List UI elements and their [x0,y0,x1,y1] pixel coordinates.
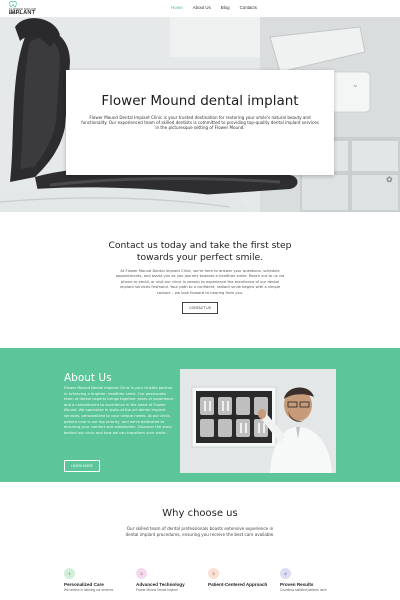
why-description: Our skilled team of dental professionals… [125,526,275,537]
nav-item-about-us[interactable]: About Us [193,5,211,10]
feature-text: Countless satisfied patients have [280,588,327,593]
number-badge-icon: 1 [64,568,75,579]
nav-item-contacts[interactable]: Contacts [240,5,257,10]
why-choose-us-section: Why choose us Our skilled team of dental… [0,482,400,600]
chevron-down-icon: ⌄ [352,80,359,89]
feature-item: 1 Personalized Care We believe in tailor… [64,568,128,593]
number-badge-icon: 3 [208,568,219,579]
main-menu: Home About Us Blog Contacts [171,5,257,10]
top-navbar: FLOWER MOUND DENTAL IMPLANT Home About U… [0,0,400,17]
dentist-xray-image [180,369,336,473]
contact-title: Contact us today and take the first step… [108,240,292,263]
number-badge-icon: 2 [136,568,147,579]
feature-item: 4 Proven Results Countless satisfied pat… [280,568,344,593]
nav-item-blog[interactable]: Blog [221,5,230,10]
feature-title: Patient-Centered Approach [208,582,268,587]
number-badge-icon: 4 [280,568,291,579]
feature-title: Personalized Care [64,582,104,587]
flower-icon: ✿ [386,175,393,184]
site-logo[interactable]: FLOWER MOUND DENTAL IMPLANT [8,1,48,16]
hero-card: Flower Mound dental implant Flower Mound… [66,70,334,175]
about-description: Flower Mound Dental Implant Clinic is yo… [64,386,174,435]
hero-description: Flower Mound Dental Implant Clinic is yo… [81,115,319,131]
feature-item: 2 Advanced Technology Flower Mound Denta… [136,568,200,593]
hero-title: Flower Mound dental implant [101,93,299,109]
learn-more-button[interactable]: LEARN MORE [64,460,100,472]
hero-section: ⌄ ✿ Flower Mound dental implant Flower M… [0,17,400,212]
contact-us-button[interactable]: CONTACT US [182,302,218,315]
features-list: 1 Personalized Care We believe in tailor… [64,568,344,593]
nav-item-home[interactable]: Home [171,5,183,10]
about-title: About Us [64,372,112,384]
contact-section: Contact us today and take the first step… [0,212,400,348]
feature-text: We believe in tailoring our services [64,588,114,593]
feature-item: 3 Patient-Centered Approach [208,568,272,593]
contact-description: At Flower Mound Dental Implant Clinic, w… [115,269,285,295]
feature-text: Flower Mound Dental Implant [136,588,178,593]
feature-title: Advanced Technology [136,582,185,587]
about-section: About Us Flower Mound Dental Implant Cli… [0,348,400,482]
feature-title: Proven Results [280,582,314,587]
why-title: Why choose us [162,508,238,519]
logo-title: IMPLANT [9,10,36,16]
